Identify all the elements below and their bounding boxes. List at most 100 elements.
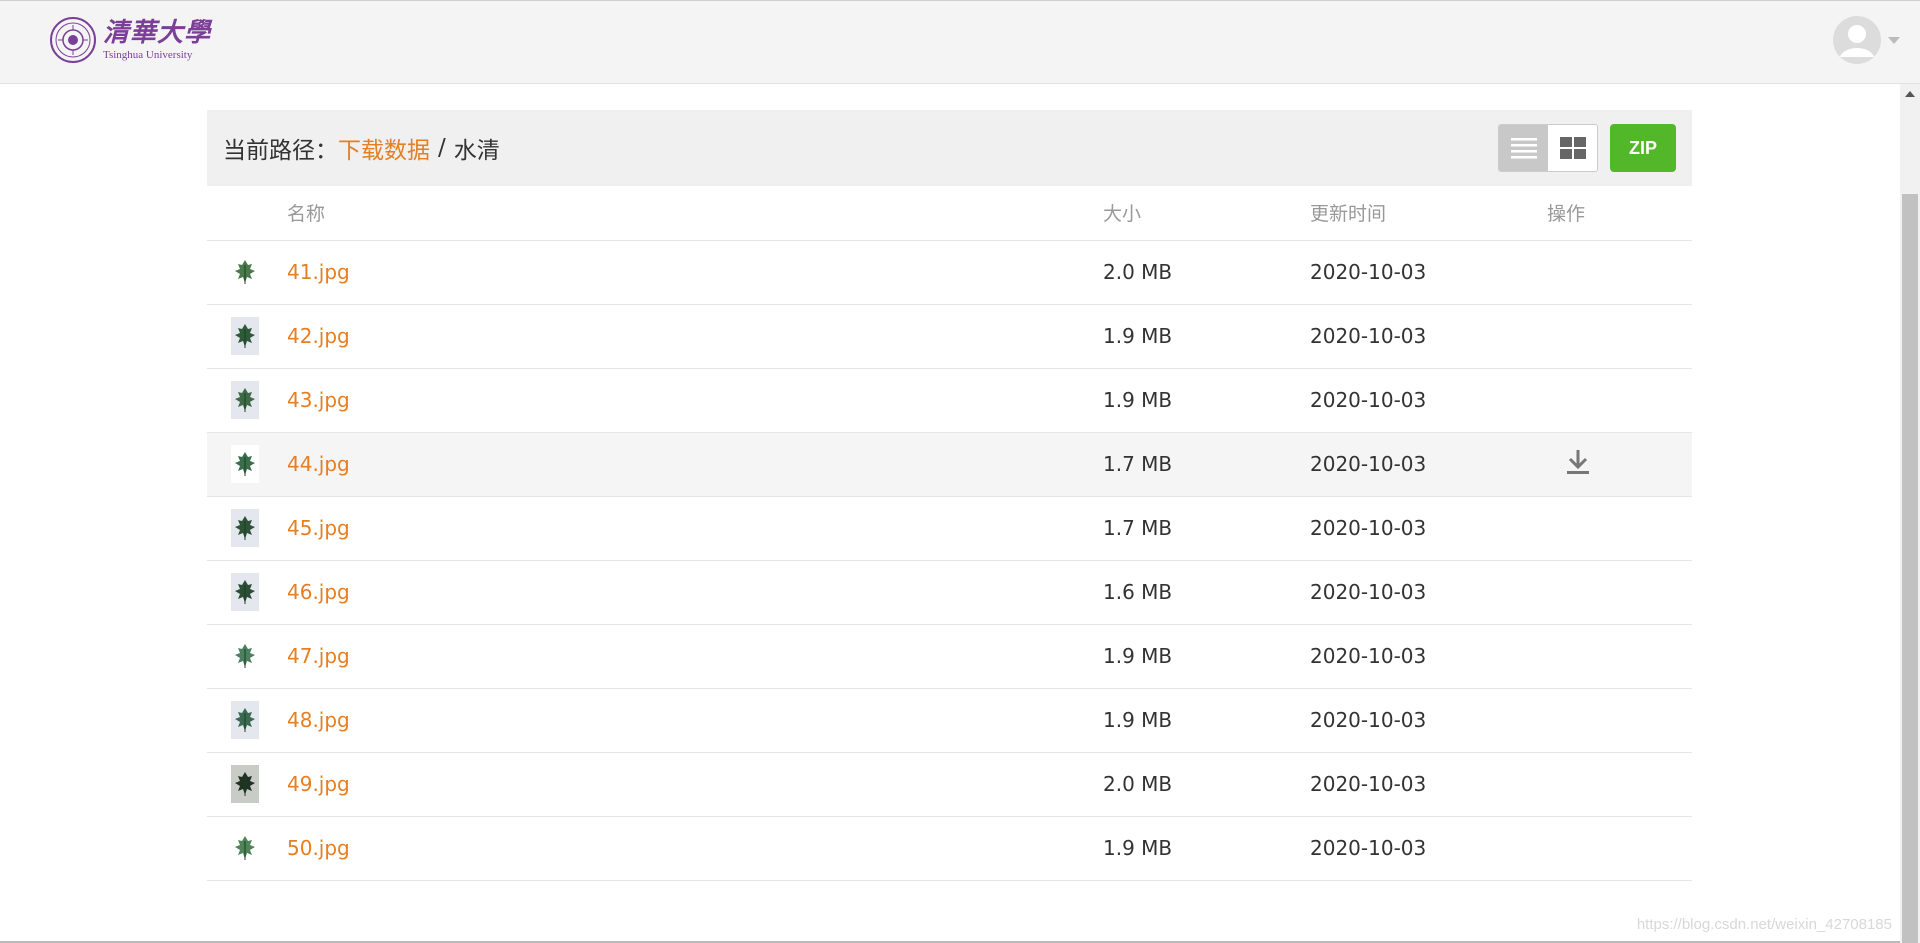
name-cell: 44.jpg xyxy=(287,432,1103,497)
thumb-cell xyxy=(207,688,287,753)
watermark: https://blog.csdn.net/weixin_42708185 xyxy=(1636,916,1892,933)
file-thumbnail[interactable] xyxy=(231,765,259,803)
file-size: 1.9 MB xyxy=(1103,624,1310,689)
action-cell xyxy=(1547,816,1692,881)
file-updated-time: 2020-10-03 xyxy=(1310,368,1547,433)
file-name-link[interactable]: 43.jpg xyxy=(287,388,350,412)
breadcrumb-link-download-data[interactable]: 下载数据 xyxy=(338,131,430,165)
file-size: 2.0 MB xyxy=(1103,240,1310,305)
file-name-link[interactable]: 44.jpg xyxy=(287,452,350,476)
file-size: 1.9 MB xyxy=(1103,368,1310,433)
file-thumbnail[interactable] xyxy=(231,829,259,867)
leaf-thumbnail-icon xyxy=(235,452,255,476)
main-content: 当前路径： 下载数据 / 水清 ZIP 名称 大小 更新时间 操作 41.jpg… xyxy=(207,110,1692,881)
table-row[interactable]: 42.jpg 1.9 MB 2020-10-03 xyxy=(207,304,1692,369)
leaf-thumbnail-icon xyxy=(235,836,255,860)
logo-chinese-name: 清華大學 xyxy=(103,17,212,48)
action-cell xyxy=(1547,752,1692,817)
action-cell xyxy=(1547,688,1692,753)
user-avatar-icon[interactable] xyxy=(1832,15,1882,65)
table-row[interactable]: 43.jpg 1.9 MB 2020-10-03 xyxy=(207,368,1692,433)
file-thumbnail[interactable] xyxy=(231,317,259,355)
thumb-cell xyxy=(207,816,287,881)
file-thumbnail[interactable] xyxy=(231,445,259,483)
file-size: 1.7 MB xyxy=(1103,496,1310,561)
grid-view-icon xyxy=(1559,137,1586,159)
header-bar: 清華大學 Tsinghua University xyxy=(0,0,1920,84)
user-menu[interactable] xyxy=(1832,15,1900,65)
leaf-thumbnail-icon xyxy=(235,260,255,284)
name-cell: 48.jpg xyxy=(287,688,1103,753)
file-updated-time: 2020-10-03 xyxy=(1310,496,1547,561)
file-name-link[interactable]: 45.jpg xyxy=(287,516,350,540)
leaf-thumbnail-icon xyxy=(235,324,255,348)
scrollbar-thumb[interactable] xyxy=(1902,194,1918,943)
thumb-cell xyxy=(207,304,287,369)
table-row[interactable]: 49.jpg 2.0 MB 2020-10-03 xyxy=(207,752,1692,817)
file-thumbnail[interactable] xyxy=(231,573,259,611)
file-thumbnail[interactable] xyxy=(231,701,259,739)
table-row[interactable]: 45.jpg 1.7 MB 2020-10-03 xyxy=(207,496,1692,561)
thumb-cell xyxy=(207,432,287,497)
name-cell: 46.jpg xyxy=(287,560,1103,625)
file-thumbnail[interactable] xyxy=(231,381,259,419)
action-cell xyxy=(1547,240,1692,305)
table-row[interactable]: 44.jpg 1.7 MB 2020-10-03 xyxy=(207,432,1692,497)
file-size: 1.9 MB xyxy=(1103,688,1310,753)
name-cell: 43.jpg xyxy=(287,368,1103,433)
chevron-down-icon[interactable] xyxy=(1888,36,1900,44)
leaf-thumbnail-icon xyxy=(235,516,255,540)
file-table: 名称 大小 更新时间 操作 41.jpg 2.0 MB 2020-10-03 42.j… xyxy=(207,186,1692,881)
vertical-scrollbar[interactable] xyxy=(1900,84,1920,943)
breadcrumb-separator: / xyxy=(438,135,446,161)
table-row[interactable]: 46.jpg 1.6 MB 2020-10-03 xyxy=(207,560,1692,625)
tsinghua-seal-icon xyxy=(50,17,96,63)
scroll-up-arrow-icon[interactable] xyxy=(1905,91,1915,97)
thumb-cell xyxy=(207,752,287,817)
file-name-link[interactable]: 49.jpg xyxy=(287,772,350,796)
file-name-link[interactable]: 42.jpg xyxy=(287,324,350,348)
file-name-link[interactable]: 50.jpg xyxy=(287,836,350,860)
file-size: 1.9 MB xyxy=(1103,304,1310,369)
file-updated-time: 2020-10-03 xyxy=(1310,624,1547,689)
logo-text: 清華大學 Tsinghua University xyxy=(103,20,211,61)
thumb-cell xyxy=(207,240,287,305)
download-icon[interactable] xyxy=(1565,448,1591,476)
breadcrumb-current: 水清 xyxy=(453,138,500,164)
table-row[interactable]: 41.jpg 2.0 MB 2020-10-03 xyxy=(207,240,1692,305)
list-view-button[interactable] xyxy=(1499,125,1548,171)
header-action: 操作 xyxy=(1547,186,1692,241)
table-header-row: 名称 大小 更新时间 操作 xyxy=(207,186,1692,241)
file-name-link[interactable]: 46.jpg xyxy=(287,580,350,604)
file-thumbnail[interactable] xyxy=(231,509,259,547)
file-updated-time: 2020-10-03 xyxy=(1310,432,1547,497)
table-row[interactable]: 48.jpg 1.9 MB 2020-10-03 xyxy=(207,688,1692,753)
file-name-link[interactable]: 47.jpg xyxy=(287,644,350,668)
file-updated-time: 2020-10-03 xyxy=(1310,304,1547,369)
name-cell: 45.jpg xyxy=(287,496,1103,561)
leaf-thumbnail-icon xyxy=(235,388,255,412)
thumb-cell xyxy=(207,560,287,625)
leaf-thumbnail-icon xyxy=(235,644,255,668)
file-size: 1.9 MB xyxy=(1103,816,1310,881)
file-updated-time: 2020-10-03 xyxy=(1310,688,1547,753)
action-cell xyxy=(1547,624,1692,689)
file-size: 1.7 MB xyxy=(1103,432,1310,497)
name-cell: 49.jpg xyxy=(287,752,1103,817)
action-cell xyxy=(1547,368,1692,433)
logo-english-name: Tsinghua University xyxy=(103,48,193,61)
file-name-link[interactable]: 48.jpg xyxy=(287,708,350,732)
file-thumbnail[interactable] xyxy=(231,253,259,291)
file-thumbnail[interactable] xyxy=(231,637,259,675)
table-row[interactable]: 47.jpg 1.9 MB 2020-10-03 xyxy=(207,624,1692,689)
zip-download-button[interactable]: ZIP xyxy=(1610,124,1676,172)
thumb-cell xyxy=(207,368,287,433)
file-size: 1.6 MB xyxy=(1103,560,1310,625)
name-cell: 41.jpg xyxy=(287,240,1103,305)
tsinghua-logo[interactable]: 清華大學 Tsinghua University xyxy=(49,14,211,66)
table-row[interactable]: 50.jpg 1.9 MB 2020-10-03 xyxy=(207,816,1692,881)
grid-view-button[interactable] xyxy=(1548,125,1597,171)
action-cell xyxy=(1547,304,1692,369)
file-name-link[interactable]: 41.jpg xyxy=(287,260,350,284)
name-cell: 50.jpg xyxy=(287,816,1103,881)
